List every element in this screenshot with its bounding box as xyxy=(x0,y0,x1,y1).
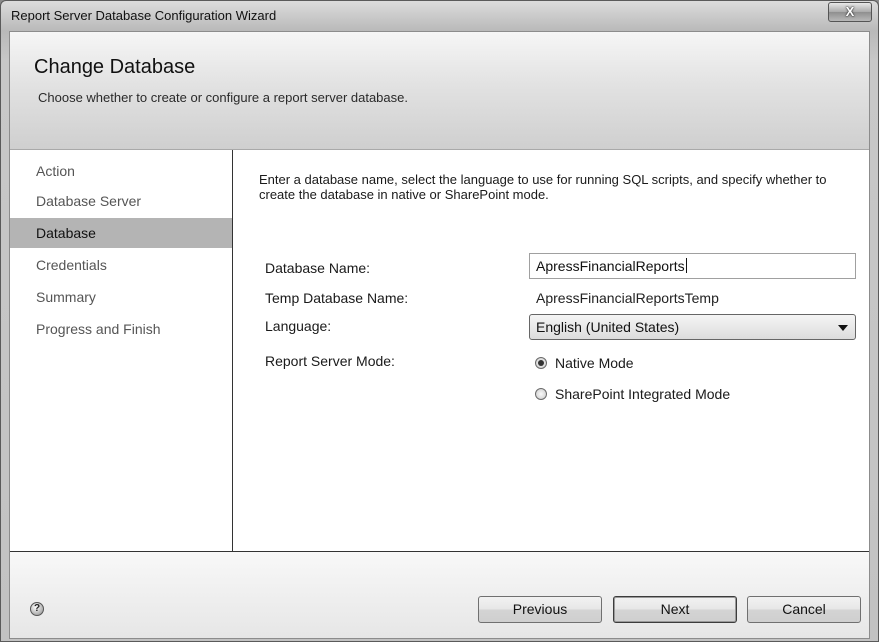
dropdown-arrow-icon xyxy=(838,325,848,331)
database-name-input[interactable]: ApressFinancialReports xyxy=(529,253,856,279)
wizard-footer: ? Previous Next Cancel xyxy=(10,551,869,638)
title-bar: Report Server Database Configuration Wiz… xyxy=(1,1,878,31)
nav-item-database-server[interactable]: Database Server xyxy=(10,186,232,216)
language-selected-value: English (United States) xyxy=(536,319,680,335)
nav-item-action[interactable]: Action xyxy=(10,156,232,186)
radio-selected-icon xyxy=(535,357,547,369)
sharepoint-mode-label: SharePoint Integrated Mode xyxy=(555,386,731,402)
database-name-value: ApressFinancialReports xyxy=(536,258,685,274)
wizard-steps-nav: Action Database Server Database Credenti… xyxy=(10,150,233,551)
nav-item-summary[interactable]: Summary xyxy=(10,282,232,312)
nav-item-progress-and-finish[interactable]: Progress and Finish xyxy=(10,314,232,344)
language-dropdown[interactable]: English (United States) xyxy=(529,314,856,340)
cancel-button[interactable]: Cancel xyxy=(747,596,861,623)
nav-item-database[interactable]: Database xyxy=(10,218,232,248)
next-button[interactable]: Next xyxy=(613,596,737,623)
page-title: Change Database xyxy=(34,56,196,78)
radio-unselected-icon xyxy=(535,388,547,400)
window-title: Report Server Database Configuration Wiz… xyxy=(11,8,277,23)
native-mode-label: Native Mode xyxy=(555,355,634,371)
database-name-label: Database Name: xyxy=(265,260,371,276)
nav-item-credentials[interactable]: Credentials xyxy=(10,250,232,280)
temp-database-name-label: Temp Database Name: xyxy=(265,290,409,306)
temp-database-name-value: ApressFinancialReportsTemp xyxy=(536,290,719,306)
report-server-mode-label: Report Server Mode: xyxy=(265,353,395,369)
help-icon[interactable]: ? xyxy=(30,602,44,616)
page-header: Change Database Choose whether to create… xyxy=(10,32,869,150)
close-button[interactable]: X xyxy=(828,2,872,22)
language-label: Language: xyxy=(265,318,332,334)
main-panel: Enter a database name, select the langua… xyxy=(233,150,869,551)
wizard-content: Change Database Choose whether to create… xyxy=(9,31,870,639)
text-caret xyxy=(685,258,687,273)
instructions-text: Enter a database name, select the langua… xyxy=(259,172,827,202)
wizard-window: Report Server Database Configuration Wiz… xyxy=(0,0,879,642)
close-icon: X xyxy=(845,4,855,19)
previous-button[interactable]: Previous xyxy=(478,596,602,623)
page-subtitle: Choose whether to create or configure a … xyxy=(38,90,408,105)
